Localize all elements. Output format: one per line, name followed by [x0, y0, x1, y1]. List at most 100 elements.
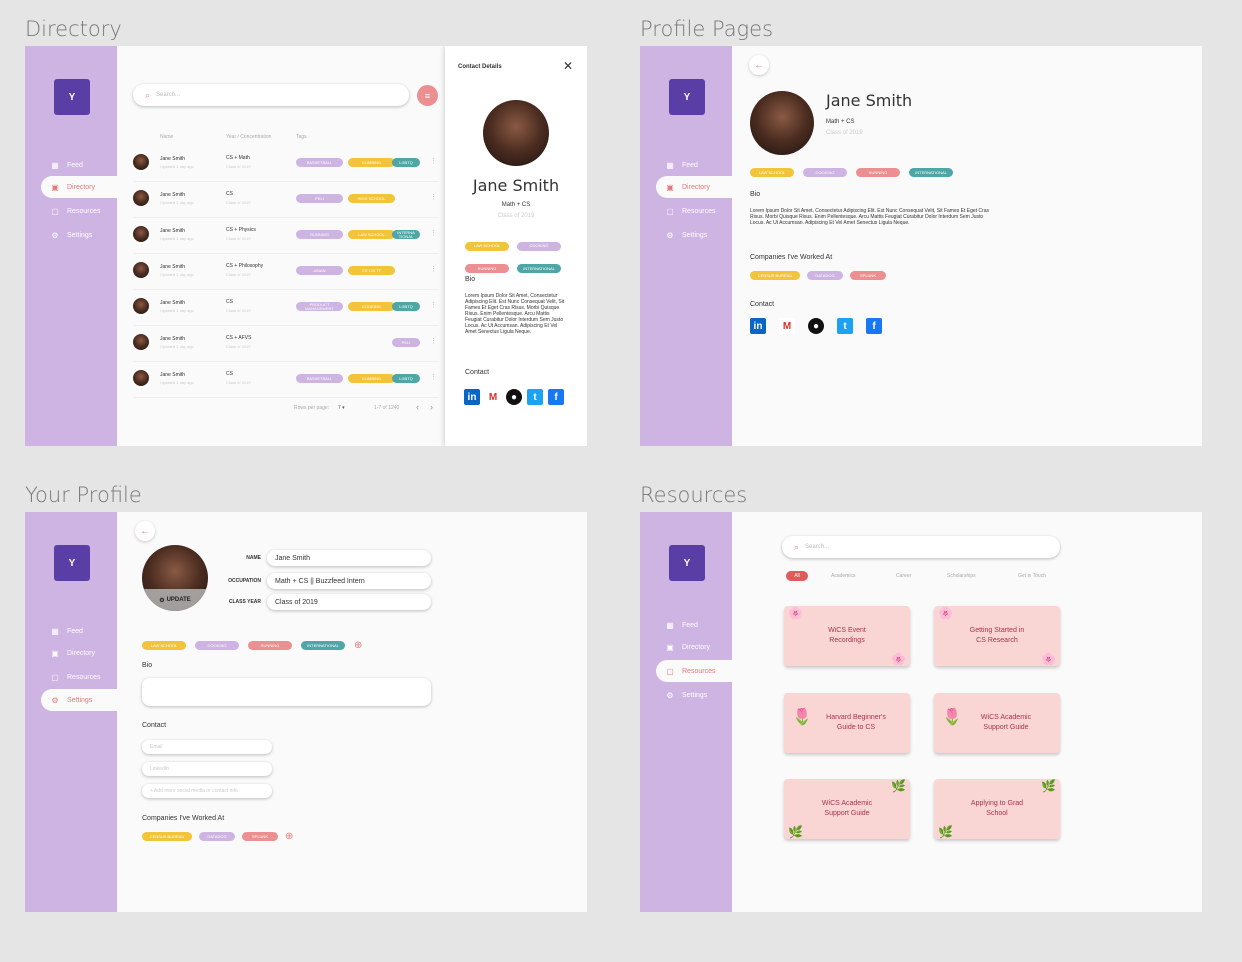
company-tag[interactable]: CENSUS BUREAU [142, 832, 192, 841]
class-year-field[interactable]: Class of 2019 [267, 594, 431, 610]
tulip-icon: 🌷 [942, 709, 962, 726]
company-tag[interactable]: SPLUNK [242, 832, 278, 841]
logo[interactable]: Y [669, 545, 705, 581]
more-options-icon[interactable]: ⋮ [430, 337, 437, 345]
linkedin-icon[interactable]: in [750, 318, 766, 334]
resource-card[interactable]: WiCS Academic Support Guide 🌿 🌿 [784, 779, 910, 839]
facebook-icon[interactable]: f [866, 318, 882, 334]
sidebar-item-settings[interactable]: ⚙ Settings [640, 224, 732, 246]
sidebar-item-feed[interactable]: ▦ Feed [640, 614, 732, 636]
sidebar-item-settings[interactable]: ⚙ Settings [640, 684, 732, 706]
more-options-icon[interactable]: ⋮ [430, 265, 437, 273]
update-photo-button[interactable]: ⚙ UPDATE [142, 589, 208, 611]
more-options-icon[interactable]: ⋮ [430, 229, 437, 237]
sidebar-item-directory[interactable]: ▣ Directory [640, 636, 732, 658]
tag[interactable]: INTERNATIONAL [301, 641, 345, 650]
logo[interactable]: Y [54, 79, 90, 115]
next-page-icon[interactable]: › [430, 402, 433, 412]
resource-card[interactable]: Applying to Grad School 🌿 🌿 [934, 779, 1060, 839]
avatar [483, 100, 549, 166]
close-icon[interactable]: ✕ [563, 59, 573, 73]
linkedin-field[interactable]: LinkedIn [142, 762, 272, 776]
company-tag[interactable]: DATADOG [199, 832, 235, 841]
email-field[interactable]: Email [142, 740, 272, 754]
tag[interactable]: LAW SCHOOL [142, 641, 186, 650]
tab-career[interactable]: Career [896, 573, 911, 579]
add-company-icon[interactable]: ⊕ [285, 831, 293, 842]
tag: PELI [392, 338, 420, 347]
tag: RUNNING [296, 230, 343, 239]
table-row[interactable]: Jane Smith Updated 1 day ago CS + Physics C… [133, 218, 439, 254]
rows-per-page-label: Rows per page: [294, 405, 330, 411]
sidebar-item-directory[interactable]: ▣ Directory [41, 176, 117, 198]
search-input[interactable]: ⌕ Search... [133, 84, 409, 106]
contact-icon: ▣ [666, 182, 674, 192]
twitter-icon[interactable]: t [837, 318, 853, 334]
sidebar-item-resources[interactable]: ▢ Resources [25, 666, 117, 688]
tab-academics[interactable]: Academics [831, 573, 855, 579]
avatar[interactable]: ⚙ UPDATE [142, 545, 208, 611]
table-row[interactable]: Jane Smith Updated 1 day ago CS + Philosop… [133, 254, 439, 290]
gmail-icon[interactable]: M [485, 389, 501, 405]
table-row[interactable]: Jane Smith Updated 1 day ago CS Class of 20… [133, 290, 439, 326]
sidebar-item-settings[interactable]: ⚙ Settings [41, 689, 117, 711]
occupation-label: OCCUPATION [228, 578, 261, 584]
tag: LGBTQ [392, 374, 420, 383]
resource-card[interactable]: Getting Started in CS Research 🌸 🌸 [934, 606, 1060, 666]
row-updated: Updated 1 day ago [160, 164, 194, 169]
tag: HIGH SCHOOL [348, 194, 395, 203]
add-contact-field[interactable]: + Add more social media or contact info [142, 784, 272, 798]
sidebar-item-resources[interactable]: ▢ Resources [25, 200, 117, 222]
col-header-name[interactable]: Name [160, 134, 173, 140]
search-input[interactable]: ⌕ Search... [782, 536, 1060, 558]
sidebar-item-resources[interactable]: ▢ Resources [640, 200, 732, 222]
more-options-icon[interactable]: ⋮ [430, 157, 437, 165]
add-tag-icon[interactable]: ⊕ [354, 640, 362, 651]
twitter-icon[interactable]: t [527, 389, 543, 405]
table-row[interactable]: Jane Smith Updated 1 day ago CS + Math Clas… [133, 146, 439, 182]
github-icon[interactable]: ● [506, 389, 522, 405]
companies-label: Companies I've Worked At [142, 815, 225, 822]
resource-card[interactable]: WiCS Academic Support Guide 🌷 [934, 693, 1060, 753]
sidebar-item-feed[interactable]: ▦ Feed [640, 154, 732, 176]
linkedin-icon[interactable]: in [464, 389, 480, 405]
table-row[interactable]: Jane Smith Updated 1 day ago CS + AFVS Clas… [133, 326, 439, 362]
back-button[interactable]: ← [749, 55, 769, 75]
table-row[interactable]: Jane Smith Updated 1 day ago CS Class of 20… [133, 362, 439, 398]
tag: COOKING [348, 302, 395, 311]
prev-page-icon[interactable]: ‹ [416, 402, 419, 412]
col-header-tags[interactable]: Tags [296, 134, 307, 140]
filter-button[interactable]: ≡ [417, 85, 438, 106]
tab-all[interactable]: All [786, 571, 808, 581]
logo[interactable]: Y [669, 79, 705, 115]
facebook-icon[interactable]: f [548, 389, 564, 405]
gmail-icon[interactable]: M [779, 318, 795, 334]
more-options-icon[interactable]: ⋮ [430, 193, 437, 201]
back-button[interactable]: ← [135, 521, 155, 541]
search-placeholder: Search... [805, 544, 830, 550]
sidebar-item-resources[interactable]: ▢ Resources [656, 660, 732, 682]
avatar [133, 226, 149, 242]
more-options-icon[interactable]: ⋮ [430, 301, 437, 309]
resource-card[interactable]: Harvard Beginner's Guide to CS 🌷 [784, 693, 910, 753]
col-header-year[interactable]: Year / Concentration [226, 134, 271, 140]
table-row[interactable]: Jane Smith Updated 1 day ago CS Class of 20… [133, 182, 439, 218]
tag[interactable]: RUNNING [248, 641, 292, 650]
tab-scholarships[interactable]: Scholarships [947, 573, 976, 579]
logo[interactable]: Y [54, 545, 90, 581]
sidebar-item-feed[interactable]: ▦ Feed [25, 154, 117, 176]
resource-card[interactable]: WiCS Event Recordings 🌸 🌸 [784, 606, 910, 666]
rows-per-page-select[interactable]: 7 ▾ [338, 405, 345, 411]
bio-textarea[interactable] [142, 678, 431, 706]
tag[interactable]: COOKING [195, 641, 239, 650]
sidebar-item-directory[interactable]: ▣ Directory [25, 642, 117, 664]
github-icon[interactable]: ● [808, 318, 824, 334]
sidebar-item-directory[interactable]: ▣ Directory [656, 176, 732, 198]
gear-icon: ⚙ [159, 597, 165, 604]
sidebar-item-settings[interactable]: ⚙ Settings [25, 224, 117, 246]
occupation-field[interactable]: Math + CS || Buzzfeed Intern [267, 573, 431, 589]
name-field[interactable]: Jane Smith [267, 550, 431, 566]
sidebar-item-feed[interactable]: ▦ Feed [25, 620, 117, 642]
more-options-icon[interactable]: ⋮ [430, 373, 437, 381]
tab-get-in-touch[interactable]: Get in Touch [1018, 573, 1046, 579]
